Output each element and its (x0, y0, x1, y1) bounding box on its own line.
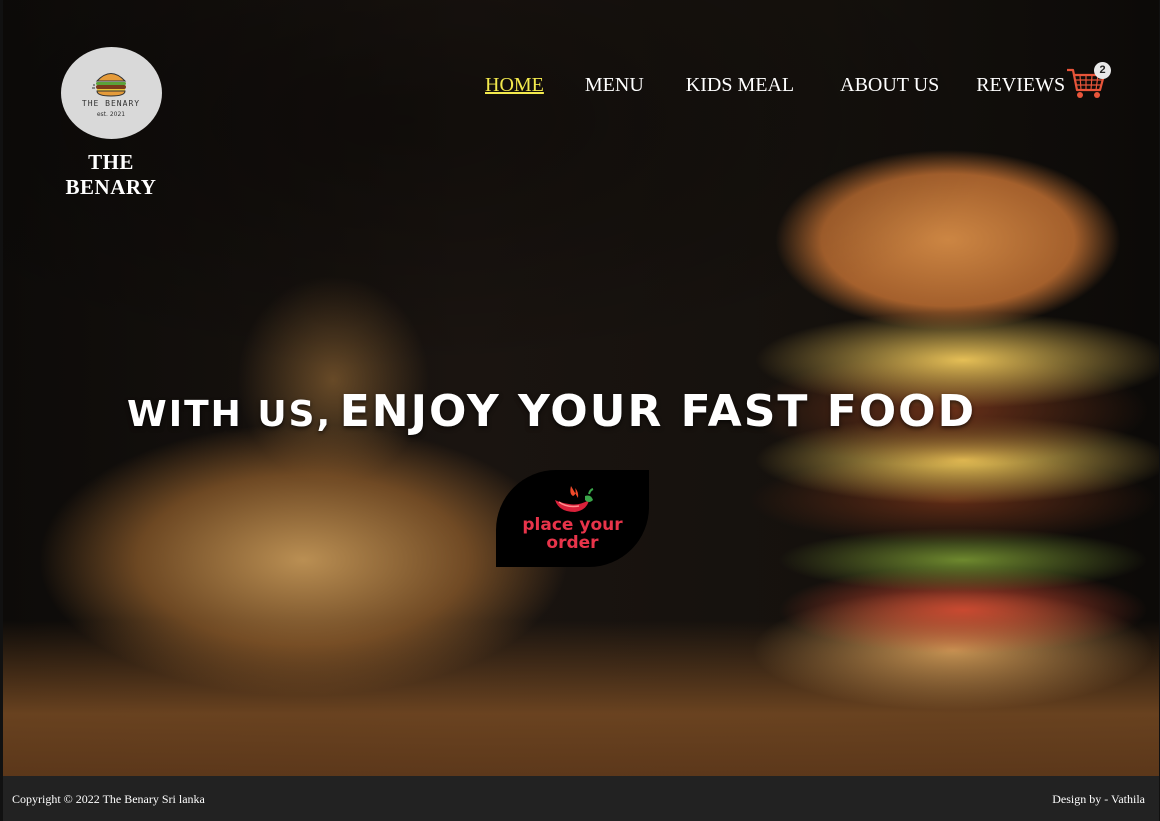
footer-designer-credit: Design by - Vathila (1052, 792, 1145, 806)
logo-established: est. 2021 (96, 111, 126, 118)
logo-name: THE BENARY (81, 99, 141, 108)
headline-small: with us, (127, 394, 333, 435)
cart-count-badge: 2 (1094, 62, 1111, 79)
chili-pepper-icon (554, 485, 593, 512)
place-order-label: place your order (522, 514, 623, 553)
logo-badge: THE BENARY est. 2021 (60, 47, 162, 139)
burger-logo-icon (92, 73, 127, 97)
footer: Copyright © 2022 The Benary Sri lanka De… (3, 776, 1159, 821)
hero-headline: with us, ENJOY YOUR FAST FOOD (127, 386, 976, 437)
nav-item-menu[interactable]: MENU (585, 74, 644, 97)
nav-item-reviews[interactable]: REVIEWS (976, 74, 1065, 97)
headline-big: ENJOY YOUR FAST FOOD (339, 386, 977, 437)
place-order-button[interactable]: place your order (496, 470, 649, 567)
nav-item-kids-meal[interactable]: KIDS MEAL (686, 74, 794, 97)
footer-copyright: Copyright © 2022 The Benary Sri lanka (12, 792, 205, 806)
nav-item-home[interactable]: HOME (485, 74, 544, 97)
nav-item-about-us[interactable]: ABOUT US (840, 74, 939, 97)
brand-logo[interactable]: THE BENARY est. 2021 THE BENARY (43, 47, 179, 200)
brand-title: THE BENARY (65, 150, 157, 199)
main-nav: HOME MENU KIDS MEAL ABOUT US REVIEWS (485, 74, 1065, 97)
